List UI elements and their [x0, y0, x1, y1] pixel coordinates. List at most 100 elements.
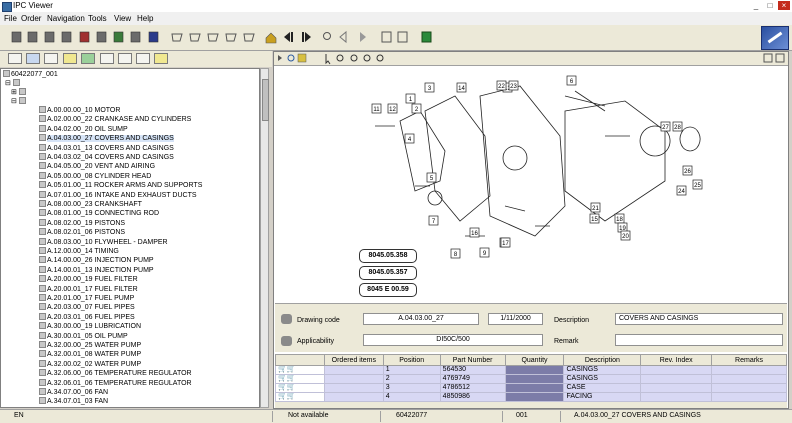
- tree-item[interactable]: A.05.01.00_11 ROCKER ARMS AND SUPPORTS: [39, 181, 202, 190]
- print-drawing-icon[interactable]: [298, 54, 306, 62]
- tree-edit-icon[interactable]: [63, 53, 77, 64]
- tree-item[interactable]: A.12.00.00_14 TIMING: [39, 247, 119, 256]
- tree-item[interactable]: A.04.03.00_27 COVERS AND CASINGS: [39, 134, 174, 143]
- print-icon[interactable]: [45, 32, 54, 42]
- tree-item[interactable]: A.08.00.00_23 CRANKSHAFT: [39, 200, 142, 209]
- table-row[interactable]: 🛒🛒44850986FACING: [276, 393, 787, 402]
- catalog-tree[interactable]: 60422077_001 ⊟ ⊞ ⊟ A.00.00.00_10 MOTORA.…: [0, 68, 260, 408]
- tree-item[interactable]: A.08.02.01_06 PISTONS: [39, 228, 125, 237]
- pointer-icon[interactable]: [326, 54, 330, 64]
- tree-scrollbar[interactable]: [260, 68, 269, 408]
- cart-view-icon[interactable]: [226, 34, 236, 41]
- cart-remove-icon[interactable]: 🛒: [287, 384, 296, 391]
- menu-tools[interactable]: Tools: [88, 14, 107, 23]
- tree-play-icon[interactable]: [136, 53, 150, 64]
- tree-item[interactable]: A.20.00.01_17 FUEL FILTER: [39, 285, 138, 294]
- import-icon[interactable]: [97, 32, 106, 42]
- cart-add-icon[interactable]: 🛒: [278, 384, 287, 391]
- play-icon[interactable]: [278, 55, 282, 61]
- col-position[interactable]: Position: [383, 355, 440, 366]
- tree-item[interactable]: A.32.06.00_06 TEMPERATURE REGULATOR: [39, 369, 192, 378]
- row-actions[interactable]: 🛒🛒: [276, 375, 325, 384]
- back-icon[interactable]: [284, 32, 290, 42]
- tree-item[interactable]: A.05.00.00_08 CYLINDER HEAD: [39, 172, 151, 181]
- prev-icon[interactable]: [340, 32, 346, 42]
- cart-add-icon[interactable]: 🛒: [278, 393, 287, 400]
- close-button[interactable]: ×: [778, 1, 790, 10]
- callout-number[interactable]: 25: [694, 183, 701, 189]
- tree-item[interactable]: A.14.00.00_26 INJECTION PUMP: [39, 256, 154, 265]
- green-book-icon[interactable]: [422, 32, 431, 42]
- row-actions[interactable]: 🛒🛒: [276, 393, 325, 402]
- save-icon[interactable]: [28, 32, 37, 42]
- forward-icon[interactable]: [305, 32, 311, 42]
- tree-item[interactable]: A.32.00.02_02 WATER PUMP: [39, 360, 141, 369]
- menu-order[interactable]: Order: [21, 14, 41, 23]
- cart-remove-icon[interactable]: 🛒: [287, 393, 296, 400]
- callout-number[interactable]: 21: [592, 206, 599, 212]
- table-row[interactable]: 🛒🛒1564530CASINGS: [276, 366, 787, 375]
- callout-number[interactable]: 26: [684, 169, 691, 175]
- tree-item[interactable]: A.20.00.00_19 FUEL FILTER: [39, 275, 138, 284]
- callout-number[interactable]: 24: [678, 189, 685, 195]
- tree-item[interactable]: A.04.03.01_13 COVERS AND CASINGS: [39, 144, 174, 153]
- tree-item[interactable]: A.20.03.01_06 FUEL PIPES: [39, 313, 135, 322]
- open-icon[interactable]: [12, 32, 21, 42]
- callout-number[interactable]: 27: [662, 125, 669, 131]
- tree-filter-icon[interactable]: [100, 53, 114, 64]
- table-row[interactable]: 🛒🛒34786512CASE: [276, 384, 787, 393]
- menu-file[interactable]: File: [4, 14, 17, 23]
- maximize-button[interactable]: □: [764, 1, 776, 10]
- tree-item[interactable]: A.14.00.01_13 INJECTION PUMP: [39, 266, 154, 275]
- callout-number[interactable]: 16: [471, 231, 478, 237]
- tree-item[interactable]: A.08.02.00_19 PISTONS: [39, 219, 125, 228]
- tree-node[interactable]: ⊟: [11, 97, 27, 106]
- tree-item[interactable]: A.32.00.01_08 WATER PUMP: [39, 350, 141, 359]
- tree-note-icon[interactable]: [154, 53, 168, 64]
- tree-item[interactable]: A.32.00.00_25 WATER PUMP: [39, 341, 141, 350]
- tree-item[interactable]: A.04.05.00_20 VENT AND AIRING: [39, 162, 155, 171]
- menu-view[interactable]: View: [114, 14, 131, 23]
- tree-node[interactable]: ⊟: [5, 79, 21, 88]
- close-pane-icon[interactable]: [776, 54, 784, 62]
- cart-remove-icon[interactable]: 🛒: [287, 366, 296, 373]
- tree-catalog-icon[interactable]: [81, 53, 95, 64]
- callout-number[interactable]: 28: [674, 125, 681, 131]
- cart-remove-icon[interactable]: [208, 34, 218, 41]
- menu-help[interactable]: Help: [137, 14, 153, 23]
- exploded-drawing[interactable]: 1234567891011121314151617181920212223242…: [275, 66, 787, 302]
- callout-number[interactable]: 12: [389, 107, 396, 113]
- tree-search-icon[interactable]: [26, 53, 40, 64]
- zoom-fit-icon[interactable]: [377, 55, 383, 61]
- cart-add-icon[interactable]: [190, 34, 200, 41]
- tree-item[interactable]: A.02.00.00_22 CRANKASE AND CYLINDERS: [39, 115, 191, 124]
- col-quantity[interactable]: Quantity: [505, 355, 564, 366]
- zoom-in-icon[interactable]: [351, 55, 357, 61]
- col-description[interactable]: Description: [564, 355, 641, 366]
- tree-item[interactable]: A.08.03.00_10 FLYWHEEL - DAMPER: [39, 238, 168, 247]
- tree-item[interactable]: A.04.03.02_04 COVERS AND CASINGS: [39, 153, 174, 162]
- layout-vertical-icon[interactable]: [398, 32, 407, 42]
- order-icon[interactable]: [114, 32, 123, 42]
- table-row[interactable]: 🛒🛒24769749CASINGS: [276, 375, 787, 384]
- callout-number[interactable]: 11: [373, 107, 380, 113]
- restore-pane-icon[interactable]: [764, 54, 772, 62]
- search-icon[interactable]: [324, 33, 331, 40]
- cart-add-icon[interactable]: 🛒: [278, 375, 287, 382]
- tree-item[interactable]: A.34.07.00_06 FAN: [39, 388, 108, 397]
- callout-number[interactable]: 14: [458, 86, 465, 92]
- zoom-area-icon[interactable]: [337, 55, 343, 61]
- layout-horizontal-icon[interactable]: [382, 32, 391, 42]
- tree-item[interactable]: A.35.00.00_08 POWER TAKE-OFF: [39, 407, 157, 408]
- row-actions[interactable]: 🛒🛒: [276, 384, 325, 393]
- settings-icon[interactable]: [149, 32, 158, 42]
- tree-view-icon[interactable]: [8, 53, 22, 64]
- cart-icon[interactable]: [172, 34, 182, 41]
- callout-number[interactable]: 20: [622, 234, 629, 240]
- col-remarks[interactable]: Remarks: [712, 355, 787, 366]
- tree-item[interactable]: A.30.00.01_05 OIL PUMP: [39, 332, 128, 341]
- zoom-out-icon[interactable]: [364, 55, 370, 61]
- menu-navigation[interactable]: Navigation: [47, 14, 85, 23]
- home-icon[interactable]: [266, 33, 276, 43]
- next-icon[interactable]: [360, 32, 366, 42]
